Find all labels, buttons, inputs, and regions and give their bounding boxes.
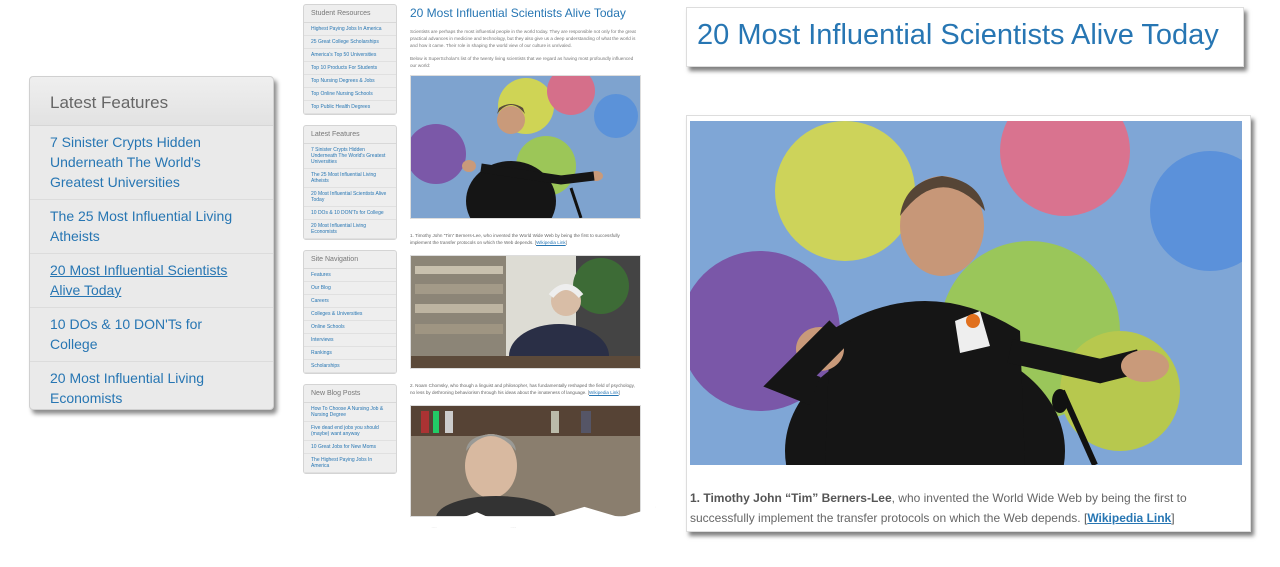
- nav-link[interactable]: Colleges & Universities: [304, 308, 396, 321]
- blog-link[interactable]: The Highest Paying Jobs In America: [304, 454, 396, 473]
- sidebar-link[interactable]: The 25 Most Influential Living Atheists: [304, 169, 396, 188]
- wikipedia-link[interactable]: Wikipedia Link: [589, 390, 619, 395]
- title-banner: 20 Most Influential Scientists Alive Tod…: [686, 7, 1244, 67]
- article-zoom-panel: 1. Timothy John “Tim” Berners-Lee, who i…: [686, 115, 1251, 532]
- feature-item[interactable]: 20 Most Influential Living Economists: [30, 362, 273, 415]
- wikipedia-link[interactable]: Wikipedia Link: [536, 240, 566, 245]
- sidebar-link[interactable]: Top 10 Products For Students: [304, 62, 396, 75]
- mini-article-title: 20 Most Influential Scientists Alive Tod…: [410, 6, 626, 20]
- nav-link[interactable]: Scholarships: [304, 360, 396, 373]
- caption-2: 2. Noam Chomsky, who though a linguist a…: [410, 383, 635, 395]
- nav-link[interactable]: Interviews: [304, 334, 396, 347]
- zoom-caption: 1. Timothy John “Tim” Berners-Lee, who i…: [690, 491, 1187, 525]
- sidebar-link[interactable]: Highest Paying Jobs In America: [304, 23, 396, 36]
- berners-lee-photo: [690, 121, 1242, 465]
- mini-sidebar: Student Resources Highest Paying Jobs In…: [303, 4, 397, 484]
- feature-item[interactable]: 7 Sinister Crypts Hidden Underneath The …: [30, 126, 273, 200]
- box-title: Site Navigation: [304, 251, 396, 269]
- feature-link-current[interactable]: 20 Most Influential Scientists Alive Tod…: [50, 260, 253, 300]
- latest-features-box: Latest Features 7 Sinister Crypts Hidden…: [303, 125, 397, 240]
- blog-link[interactable]: How To Choose A Nursing Job & Nursing De…: [304, 403, 396, 422]
- feature-link[interactable]: 10 DOs & 10 DON'Ts for College: [50, 314, 253, 354]
- feature-item[interactable]: 10 DOs & 10 DON'Ts for College: [30, 308, 273, 362]
- wikipedia-link[interactable]: Wikipedia Link: [1087, 511, 1171, 525]
- article-intro-2: Below is SuperScholar's list of the twen…: [410, 56, 634, 68]
- blog-link[interactable]: 10 Great Jobs for New Moms: [304, 441, 396, 454]
- sidebar-link[interactable]: 25 Great College Scholarships: [304, 36, 396, 49]
- nav-link[interactable]: Rankings: [304, 347, 396, 360]
- widget-header: Latest Features: [30, 77, 273, 126]
- caption-1: 1. Timothy John “Tim” Berners-Lee, who i…: [410, 233, 620, 245]
- nav-link[interactable]: Careers: [304, 295, 396, 308]
- latest-features-widget: Latest Features 7 Sinister Crypts Hidden…: [29, 76, 274, 410]
- sidebar-link[interactable]: Top Nursing Degrees & Jobs: [304, 75, 396, 88]
- sidebar-link[interactable]: Top Public Health Degrees: [304, 101, 396, 114]
- new-blog-posts-box: New Blog Posts How To Choose A Nursing J…: [303, 384, 397, 474]
- feature-item[interactable]: The 25 Most Influential Living Atheists: [30, 200, 273, 254]
- dawkins-thumbnail: [410, 405, 641, 528]
- nav-link[interactable]: Features: [304, 269, 396, 282]
- box-title: New Blog Posts: [304, 385, 396, 403]
- berners-lee-thumbnail: [406, 67, 641, 241]
- nav-link[interactable]: Online Schools: [304, 321, 396, 334]
- page-thumbnail: Student Resources Highest Paying Jobs In…: [298, 0, 656, 528]
- sidebar-link[interactable]: 20 Most Influential Living Economists: [304, 220, 396, 239]
- chomsky-thumbnail: [410, 255, 641, 388]
- sidebar-link[interactable]: 20 Most Influential Scientists Alive Tod…: [304, 188, 396, 207]
- box-title: Student Resources: [304, 5, 396, 23]
- article-intro: Scientists are perhaps the most influent…: [410, 29, 636, 48]
- feature-link[interactable]: 20 Most Influential Living Economists: [50, 368, 253, 408]
- student-resources-box: Student Resources Highest Paying Jobs In…: [303, 4, 397, 115]
- blog-link[interactable]: Five dead end jobs you should (maybe) wa…: [304, 422, 396, 441]
- sidebar-link[interactable]: Top Online Nursing Schools: [304, 88, 396, 101]
- banner-title: 20 Most Influential Scientists Alive Tod…: [697, 19, 1219, 51]
- feature-link[interactable]: The 25 Most Influential Living Atheists: [50, 206, 253, 246]
- sidebar-link[interactable]: America's Top 50 Universities: [304, 49, 396, 62]
- box-title: Latest Features: [304, 126, 396, 144]
- sidebar-link[interactable]: 10 DOs & 10 DON'Ts for College: [304, 207, 396, 220]
- feature-link[interactable]: 7 Sinister Crypts Hidden Underneath The …: [50, 132, 253, 192]
- mini-article: 20 Most Influential Scientists Alive Tod…: [406, 6, 641, 528]
- sidebar-link[interactable]: 7 Sinister Crypts Hidden Underneath The …: [304, 144, 396, 169]
- feature-item-current[interactable]: 20 Most Influential Scientists Alive Tod…: [30, 254, 273, 308]
- nav-link[interactable]: Our Blog: [304, 282, 396, 295]
- widget-title: Latest Features: [50, 93, 169, 112]
- site-navigation-box: Site Navigation Features Our Blog Career…: [303, 250, 397, 374]
- scientist-name: Timothy John “Tim” Berners-Lee: [703, 491, 892, 505]
